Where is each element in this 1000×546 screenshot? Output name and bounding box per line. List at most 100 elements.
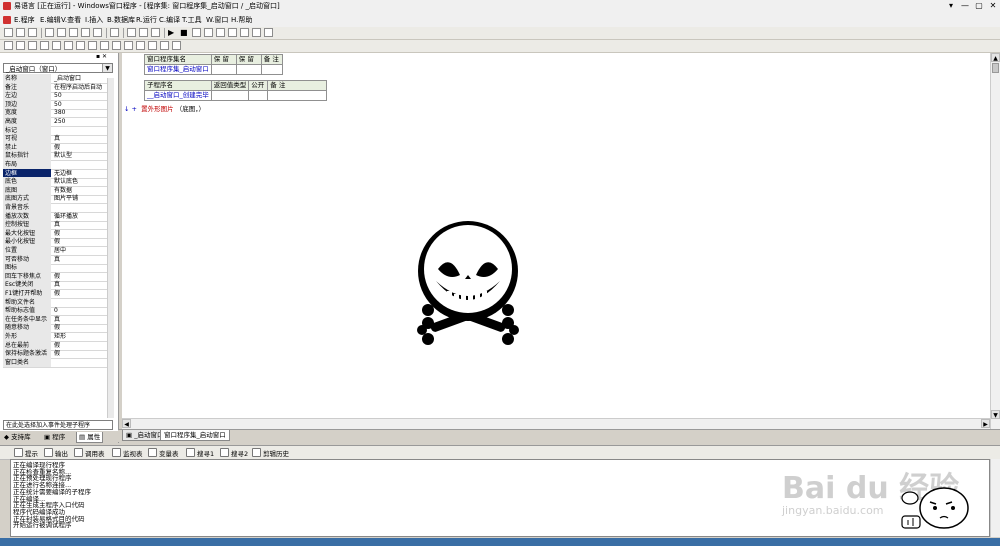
step-over-icon[interactable] <box>204 28 213 37</box>
tab-call-table[interactable]: 调用表 <box>74 448 105 458</box>
title-bar: 易语言 [正在运行] - Windows窗口程序 - [程序集: 窗口程序集_启… <box>0 0 1000 14</box>
run-to-cursor-icon[interactable] <box>228 28 237 37</box>
layout-2-icon[interactable] <box>139 28 148 37</box>
redo-icon[interactable] <box>93 28 102 37</box>
new-file-icon[interactable] <box>4 28 13 37</box>
class-cell[interactable] <box>260 64 283 75</box>
same-height-icon[interactable] <box>88 41 97 50</box>
property-scrollbar[interactable] <box>107 78 114 418</box>
sub-cell[interactable] <box>248 90 269 101</box>
cut-icon[interactable] <box>45 28 54 37</box>
step-in-icon[interactable] <box>192 28 201 37</box>
call-table-icon <box>74 448 83 457</box>
menu-edit[interactable]: E.编辑 <box>40 15 61 25</box>
tab-support-lib[interactable]: ◆ 支持库 <box>2 432 33 442</box>
save-icon[interactable] <box>28 28 37 37</box>
tab-watch-table[interactable]: 监视表 <box>112 448 143 458</box>
sub-table: 子程序名 返回值类型 公开 备 注 __启动窗口_创建完毕 <box>144 80 328 101</box>
class-name-cell[interactable]: 窗口程序集_启动窗口 <box>144 64 212 75</box>
h-spacing-icon[interactable] <box>112 41 121 50</box>
tab-label: 剪辑历史 <box>263 450 289 458</box>
align-center-icon[interactable] <box>16 41 25 50</box>
tab-window-class[interactable]: 窗口程序集_启动窗口 <box>160 430 230 441</box>
sub-name-cell[interactable]: __启动窗口_创建完毕 <box>144 90 212 101</box>
center-v-icon[interactable] <box>148 41 157 50</box>
panel-pin-icon[interactable]: ▪ ✕ <box>96 53 107 60</box>
close-button[interactable]: ✕ <box>986 1 1000 11</box>
menu-view[interactable]: V.查看 <box>61 15 81 25</box>
minimize-button[interactable]: — <box>958 1 972 11</box>
menu-tools[interactable]: T.工具 <box>182 15 202 25</box>
same-size-icon[interactable] <box>100 41 109 50</box>
class-table-header: 窗口程序集名 <box>144 54 212 65</box>
menu-compile[interactable]: C.编译 <box>159 15 180 25</box>
sub-cell[interactable] <box>267 90 328 101</box>
tab-properties[interactable]: ▤ 属性 <box>76 432 104 443</box>
scroll-thumb[interactable] <box>992 63 999 73</box>
tab-output[interactable]: 输出 <box>44 448 68 458</box>
tab-variable-table[interactable]: 变量表 <box>148 448 179 458</box>
paste-icon[interactable] <box>69 28 78 37</box>
scroll-down-icon[interactable]: ▼ <box>991 410 1000 419</box>
bring-front-icon[interactable] <box>160 41 169 50</box>
align-left-icon[interactable] <box>4 41 13 50</box>
breakpoint-icon[interactable] <box>240 28 249 37</box>
menu-window[interactable]: W.窗口 <box>206 15 228 25</box>
run-icon[interactable]: ▶ <box>168 28 177 37</box>
open-file-icon[interactable] <box>16 28 25 37</box>
scroll-up-icon[interactable]: ▲ <box>991 53 1000 62</box>
toolbar-separator <box>106 28 107 38</box>
align-bottom-icon[interactable] <box>64 41 73 50</box>
menu-database[interactable]: B.数据库 <box>107 15 135 25</box>
v-spacing-icon[interactable] <box>124 41 133 50</box>
editor-vertical-scrollbar[interactable]: ▲ ▼ <box>990 53 1000 429</box>
align-right-icon[interactable] <box>28 41 37 50</box>
tab-search1[interactable]: 搜寻1 <box>186 448 214 458</box>
editor-horizontal-scrollbar[interactable]: ◀ ▶ <box>122 418 990 429</box>
layout-3-icon[interactable] <box>151 28 160 37</box>
align-middle-icon[interactable] <box>52 41 61 50</box>
class-cell[interactable] <box>235 64 262 75</box>
hand-icon[interactable] <box>252 28 261 37</box>
binoculars-icon[interactable] <box>264 28 273 37</box>
property-value[interactable] <box>52 358 107 367</box>
code-editor[interactable] <box>122 53 990 418</box>
step-out-icon[interactable] <box>216 28 225 37</box>
tab-search2[interactable]: 搜寻2 <box>220 448 248 458</box>
menu-run[interactable]: R.运行 <box>136 15 157 25</box>
object-selector[interactable]: _启动窗口（窗口） ▼ <box>3 63 113 73</box>
align-toolbar <box>0 40 1000 53</box>
same-width-icon[interactable] <box>76 41 85 50</box>
find-icon[interactable] <box>110 28 119 37</box>
layout-1-icon[interactable] <box>127 28 136 37</box>
toolbar-separator <box>164 28 165 38</box>
output-scrollbar[interactable] <box>990 459 1000 537</box>
code-line[interactable]: ↓ + 置外形图片 （底图，） <box>124 103 205 113</box>
lightbulb-icon <box>14 448 23 457</box>
send-back-icon[interactable] <box>172 41 181 50</box>
app-icon <box>3 2 11 10</box>
menu-dropdown-icon[interactable]: ▾ <box>944 1 958 11</box>
menu-program[interactable]: E.程序 <box>14 15 35 25</box>
maximize-button[interactable]: ▢ <box>972 1 986 11</box>
event-selector[interactable]: 在此处选择加入事件处理子程序 <box>3 420 113 430</box>
copy-icon[interactable] <box>57 28 66 37</box>
property-row[interactable]: 窗口类名 <box>3 357 113 368</box>
app-menu-icon[interactable] <box>3 16 11 24</box>
menu-help[interactable]: H.帮助 <box>231 15 252 25</box>
os-taskbar <box>0 538 1000 546</box>
class-cell[interactable] <box>210 64 237 75</box>
sub-cell[interactable] <box>210 90 250 101</box>
stop-icon[interactable]: ■ <box>180 28 189 37</box>
menu-insert[interactable]: I.插入 <box>85 15 103 25</box>
undo-icon[interactable] <box>81 28 90 37</box>
scroll-left-icon[interactable]: ◀ <box>122 419 131 428</box>
center-h-icon[interactable] <box>136 41 145 50</box>
chevron-down-icon[interactable]: ▼ <box>102 64 112 72</box>
tab-program[interactable]: ▣ 程序 <box>42 432 67 442</box>
sub-table-header: 子程序名 <box>144 80 212 91</box>
scroll-right-icon[interactable]: ▶ <box>981 419 990 428</box>
tab-clip-history[interactable]: 剪辑历史 <box>252 448 289 458</box>
tab-hint[interactable]: 提示 <box>14 448 38 458</box>
align-top-icon[interactable] <box>40 41 49 50</box>
